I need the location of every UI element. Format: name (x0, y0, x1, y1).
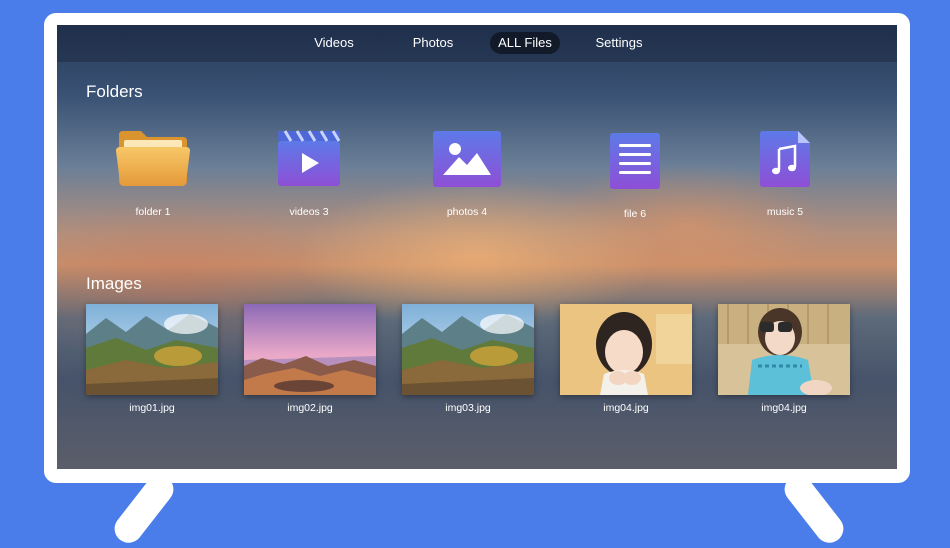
video-icon[interactable] (277, 129, 341, 187)
tab-all-files[interactable]: ALL Files (490, 32, 560, 54)
image-label: img04.jpg (603, 402, 649, 414)
folder-label: music 5 (766, 206, 804, 218)
photo-icon[interactable] (433, 131, 501, 187)
image-thumbnail-img04[interactable] (560, 304, 692, 395)
image-label: img03.jpg (445, 402, 491, 414)
image-thumbnail-img03[interactable] (402, 304, 534, 395)
folder-label: file 6 (623, 208, 647, 220)
image-thumbnail-img02[interactable] (244, 304, 376, 395)
image-label: img04.jpg (761, 402, 807, 414)
image-thumbnail-img01[interactable] (86, 304, 218, 395)
folders-section-title: Folders (86, 82, 143, 101)
tv-screen: Videos Photos ALL Files Settings Folders… (57, 25, 897, 469)
tab-photos[interactable]: Photos (403, 32, 463, 54)
music-icon[interactable] (760, 131, 810, 187)
folder-label: photos 4 (446, 206, 488, 218)
image-thumbnail-img04-binoculars[interactable] (718, 304, 850, 395)
image-label: img01.jpg (129, 402, 175, 414)
top-navigation-bar: Videos Photos ALL Files Settings (57, 25, 897, 62)
document-icon[interactable] (610, 133, 660, 189)
folder-label: videos 3 (289, 206, 329, 218)
tab-videos[interactable]: Videos (303, 32, 365, 54)
folder-icon[interactable] (115, 129, 191, 187)
folder-label: folder 1 (135, 206, 171, 218)
image-label: img02.jpg (287, 402, 333, 414)
images-section-title: Images (86, 274, 142, 293)
tab-settings[interactable]: Settings (587, 32, 651, 54)
